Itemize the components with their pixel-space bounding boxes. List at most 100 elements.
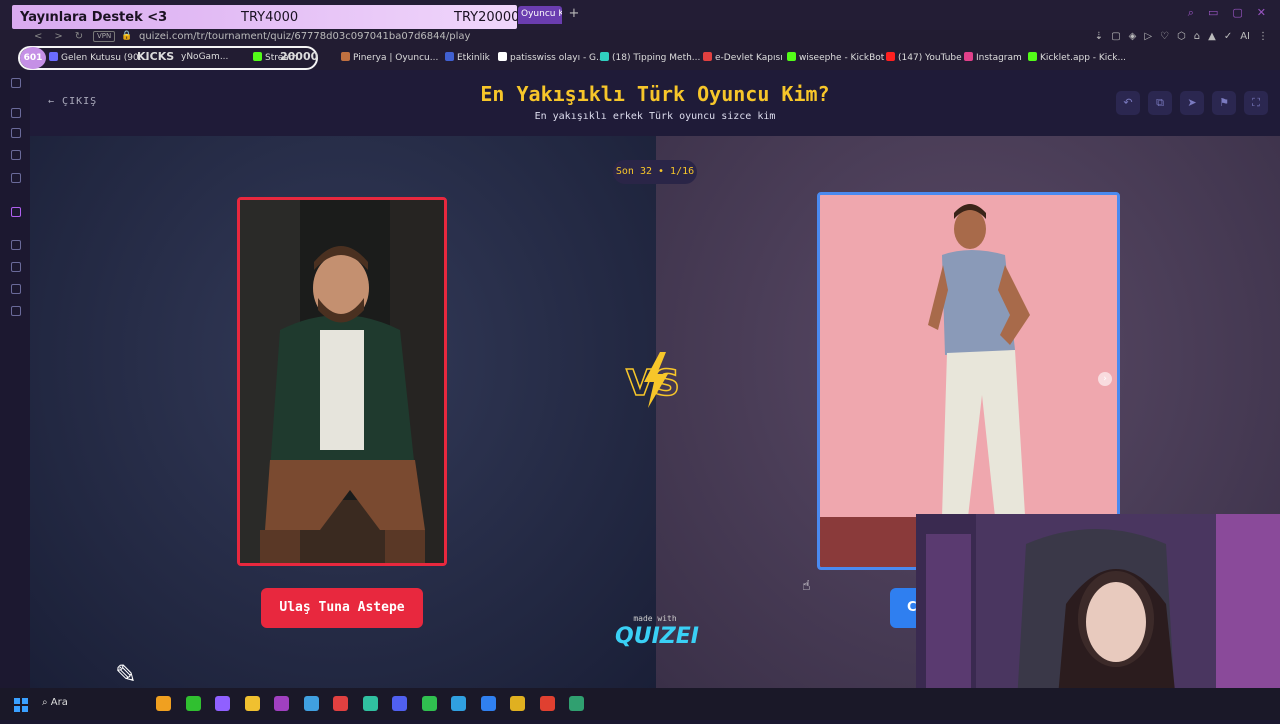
taskbar-app-icon[interactable]: [539, 696, 555, 711]
bookmark-favicon: [964, 52, 973, 61]
taskbar-app-icon[interactable]: [244, 696, 260, 711]
bookmark-label: patisswiss olayı - G...: [510, 53, 605, 63]
history-icon[interactable]: [11, 108, 21, 118]
settings-icon[interactable]: [11, 306, 21, 316]
taskbar-app-icon[interactable]: [362, 696, 378, 711]
exit-button[interactable]: ← ÇIKIŞ: [48, 96, 97, 107]
bookmark-item[interactable]: Kicklet.app - Kick...: [1028, 52, 1126, 63]
bookmark-item[interactable]: (147) YouTube: [886, 52, 962, 63]
vs-icon: VS: [620, 350, 690, 410]
close-icon[interactable]: ✕: [1257, 6, 1266, 20]
notification-badge[interactable]: 601: [20, 47, 46, 69]
bookmark-item[interactable]: Pinerya | Oyuncu...: [341, 52, 438, 63]
extension-icons: ⇣ ▢ ◈ ▷ ♡ ⬡ ⌂ ▲ ✓ AI ⋮: [1095, 31, 1268, 42]
taskbar-app-icon[interactable]: [333, 696, 348, 711]
quizei-logo[interactable]: QUIZEI: [612, 624, 702, 649]
send-icon[interactable]: ➤: [1180, 91, 1204, 115]
bookmark-item[interactable]: Gelen Kutusu (90...: [49, 52, 147, 63]
extension-icon[interactable]: ▲: [1208, 31, 1216, 42]
wallet-icon[interactable]: [11, 128, 21, 138]
extension-icon[interactable]: ⌂: [1194, 31, 1200, 42]
bookmark-favicon: [1028, 52, 1037, 61]
new-tab-button[interactable]: +: [566, 6, 582, 22]
vpn-badge[interactable]: VPN: [93, 31, 116, 42]
extension-icon[interactable]: ⇣: [1095, 31, 1103, 42]
cube-icon[interactable]: [11, 284, 21, 294]
exit-label: ÇIKIŞ: [62, 96, 98, 107]
left-candidate-photo[interactable]: [237, 197, 447, 566]
taskbar-app-icon[interactable]: [156, 696, 171, 711]
undo-icon[interactable]: ↶: [1116, 91, 1140, 115]
bookmark-favicon: [253, 52, 262, 61]
bookmark-favicon: [787, 52, 796, 61]
extension-icon[interactable]: ✓: [1224, 31, 1232, 42]
bookmark-item[interactable]: KICKS: [137, 50, 174, 63]
back-icon[interactable]: <: [34, 31, 42, 42]
bookmark-label: (18) Tipping Meth...: [612, 53, 701, 63]
bookmark-label: Etkinlik: [457, 53, 490, 63]
taskbar-app-icon[interactable]: [451, 696, 466, 711]
stream-donation-overlay: Yayınlara Destek <3 TRY4000 TRY20000: [12, 5, 519, 29]
round-indicator: Son 32 • 1/16: [613, 160, 697, 184]
taskbar-app-icon[interactable]: [510, 696, 525, 711]
made-with-label: made with: [633, 614, 677, 623]
bookmark-label: Gelen Kutusu (90...: [61, 53, 148, 63]
share-icon[interactable]: ⧉: [1148, 91, 1172, 115]
bookmark-item[interactable]: Etkinlik: [445, 52, 490, 63]
play-icon[interactable]: [11, 240, 21, 250]
pen-icon: ✎: [115, 660, 137, 690]
bookmark-item[interactable]: (18) Tipping Meth...: [600, 52, 700, 63]
donation-current: TRY4000: [241, 9, 299, 25]
extension-icon[interactable]: ▷: [1144, 31, 1152, 42]
clock-icon[interactable]: [11, 262, 21, 272]
bookmark-favicon: [886, 52, 895, 61]
bookmark-item[interactable]: e-Devlet Kapısı: [703, 52, 783, 63]
taskbar-app-icon[interactable]: [303, 696, 319, 711]
taskbar-app-icon[interactable]: [185, 696, 201, 711]
flag-icon[interactable]: ⚑: [1212, 91, 1236, 115]
bookmark-item[interactable]: wiseephe - KickBot: [787, 52, 884, 63]
taskbar-app-icon[interactable]: [215, 696, 230, 711]
twitch-icon[interactable]: [11, 207, 21, 217]
maximize-icon[interactable]: ▢: [1232, 6, 1242, 20]
fullscreen-icon[interactable]: ⛶: [1244, 91, 1268, 115]
bookmark-favicon: [49, 52, 58, 61]
taskbar-app-icon[interactable]: [480, 696, 496, 711]
forward-icon[interactable]: >: [54, 31, 62, 42]
tab-quizei[interactable]: Oyuncu K: [518, 6, 562, 24]
bookmark-item[interactable]: 20000: [280, 50, 318, 63]
bookmark-label: yNoGam...: [181, 52, 229, 62]
extension-icon[interactable]: ◈: [1129, 31, 1137, 42]
man-standing-image: [820, 195, 1117, 567]
windows-start-icon[interactable]: [14, 697, 28, 712]
bookmark-favicon: [600, 52, 609, 61]
minimize-icon[interactable]: ▭: [1208, 6, 1218, 20]
url-field[interactable]: quizei.com/tr/tournament/quiz/67778d03c0…: [139, 31, 470, 42]
bookmark-favicon: [445, 52, 454, 61]
man-sitting-image: [240, 200, 444, 563]
taskbar-app-icon[interactable]: [274, 696, 289, 711]
choose-left-button[interactable]: Ulaş Tuna Astepe: [261, 588, 423, 628]
extension-icon[interactable]: ⬡: [1177, 31, 1186, 42]
nav-buttons: < > ↻: [34, 31, 83, 42]
reload-icon[interactable]: ↻: [75, 31, 83, 42]
bookmark-item[interactable]: yNoGam...: [181, 52, 228, 62]
bookmark-item[interactable]: Instagram: [964, 52, 1022, 63]
player-icon[interactable]: [11, 150, 21, 160]
next-image-icon[interactable]: ›: [1098, 372, 1112, 386]
extension-icon[interactable]: ▢: [1111, 31, 1120, 42]
taskbar-app-icon[interactable]: [392, 696, 407, 711]
messenger-icon[interactable]: [11, 78, 21, 88]
extension-icon[interactable]: AI: [1240, 31, 1250, 42]
taskbar-app-icon[interactable]: [569, 696, 584, 711]
bookmark-label: KICKS: [137, 50, 175, 63]
m-app-icon[interactable]: [11, 173, 21, 183]
taskbar-app-icon[interactable]: [421, 696, 437, 711]
taskbar-search[interactable]: ⌕ Ara: [42, 697, 68, 708]
bookmark-item[interactable]: patisswiss olayı - G...: [498, 52, 605, 63]
search-tabs-icon[interactable]: ⌕: [1188, 6, 1194, 20]
extension-icon[interactable]: ⋮: [1258, 31, 1268, 42]
taskbar-search-label: Ara: [50, 697, 68, 708]
extension-icon[interactable]: ♡: [1160, 31, 1169, 42]
lock-icon[interactable]: 🔒: [121, 31, 132, 41]
